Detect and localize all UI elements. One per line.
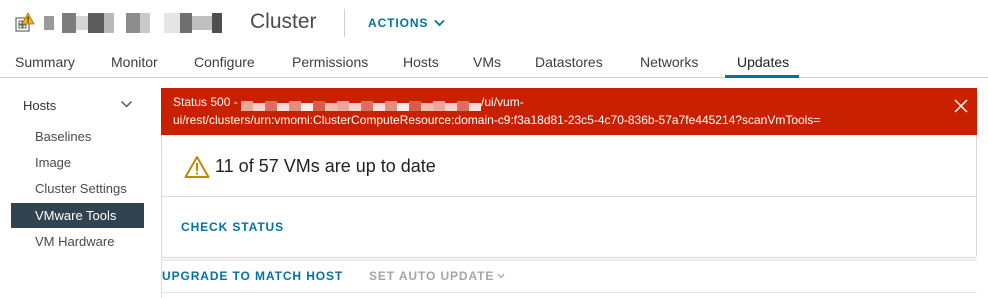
close-icon[interactable] [953, 98, 969, 114]
redaction-block [337, 100, 350, 111]
check-status-button[interactable]: CHECK STATUS [181, 220, 284, 234]
chevron-down-icon [434, 19, 445, 27]
tab-hosts[interactable]: Hosts [403, 54, 439, 70]
redaction-block [445, 102, 458, 111]
redacted-cluster-name [44, 13, 242, 33]
redaction-block [373, 102, 386, 111]
redaction-block [433, 100, 446, 111]
redaction-block [469, 102, 482, 111]
alert-line-2: ui/rest/clusters/urn:vmomi:ClusterComput… [173, 113, 821, 127]
card-shadow [161, 259, 977, 261]
redaction-block [325, 102, 338, 111]
table-top-border [161, 292, 977, 293]
redaction-block [114, 16, 126, 30]
sidebar-item-cluster-settings[interactable]: Cluster Settings [11, 176, 144, 201]
error-alert: Status 500 - /ui/vum- ui/rest/clusters/u… [161, 88, 977, 135]
redaction-block [409, 100, 422, 111]
redaction-block [253, 102, 266, 111]
redaction-block [54, 13, 62, 33]
active-tab-indicator [725, 75, 799, 78]
sidebar-item-baselines[interactable]: Baselines [11, 124, 144, 149]
actions-button[interactable]: ACTIONS [368, 16, 445, 30]
redaction-block [150, 16, 164, 30]
warning-icon [184, 156, 210, 178]
tab-networks[interactable]: Networks [640, 54, 698, 70]
redacted-host [241, 98, 482, 111]
redaction-block [457, 100, 470, 111]
sidebar-item-vmware-tools[interactable]: VMware Tools [11, 203, 144, 228]
redaction-block [44, 16, 54, 30]
upgrade-to-match-host-button[interactable]: UPGRADE TO MATCH HOST [162, 269, 343, 283]
cluster-warning-icon [13, 12, 35, 34]
sidebar-item-image[interactable]: Image [11, 150, 144, 175]
sidebar-item-vm-hardware[interactable]: VM Hardware [11, 229, 144, 254]
tab-updates[interactable]: Updates [737, 54, 789, 70]
chevron-down-icon[interactable] [120, 99, 133, 109]
tab-datastores[interactable]: Datastores [535, 54, 603, 70]
alert-line-1: Status 500 - /ui/vum- [173, 93, 927, 111]
sidebar-section-hosts[interactable]: Hosts [23, 98, 56, 113]
actions-label: ACTIONS [368, 16, 429, 30]
redaction-block [277, 102, 290, 111]
card-divider [162, 196, 976, 197]
redaction-block [289, 100, 302, 111]
redaction-block [361, 100, 374, 111]
tab-configure[interactable]: Configure [194, 54, 255, 70]
redaction-block [192, 16, 212, 30]
alert-suffix: /ui/vum- [481, 95, 524, 109]
redaction-block [88, 13, 104, 33]
status-message: 11 of 57 VMs are up to date [215, 156, 436, 176]
tab-bar: Summary Monitor Configure Permissions Ho… [0, 51, 988, 78]
status-card: 11 of 57 VMs are up to date CHECK STATUS [161, 135, 977, 258]
redaction-block [164, 13, 180, 33]
header-divider [344, 9, 345, 37]
redaction-block [140, 13, 150, 33]
page-title: Cluster [250, 10, 317, 33]
redaction-block [76, 16, 88, 30]
redaction-block [212, 13, 222, 33]
redaction-block [265, 100, 278, 111]
tab-summary[interactable]: Summary [15, 54, 75, 70]
redaction-block [313, 100, 326, 111]
set-auto-update-label: SET AUTO UPDATE [369, 269, 495, 283]
redaction-block [301, 102, 314, 111]
redaction-block [349, 102, 362, 111]
tab-monitor[interactable]: Monitor [111, 54, 158, 70]
tab-vms[interactable]: VMs [473, 54, 501, 70]
tab-permissions[interactable]: Permissions [292, 54, 368, 70]
redaction-block [126, 13, 140, 33]
redaction-block [104, 13, 114, 33]
redaction-block [385, 100, 398, 111]
set-auto-update-button: SET AUTO UPDATE [369, 269, 505, 283]
chevron-down-icon [497, 273, 505, 279]
redaction-block [421, 102, 434, 111]
redaction-block [397, 102, 410, 111]
redaction-block [180, 13, 192, 33]
alert-prefix: Status 500 - [173, 95, 242, 109]
redaction-block [241, 100, 254, 111]
redaction-block [62, 13, 76, 33]
